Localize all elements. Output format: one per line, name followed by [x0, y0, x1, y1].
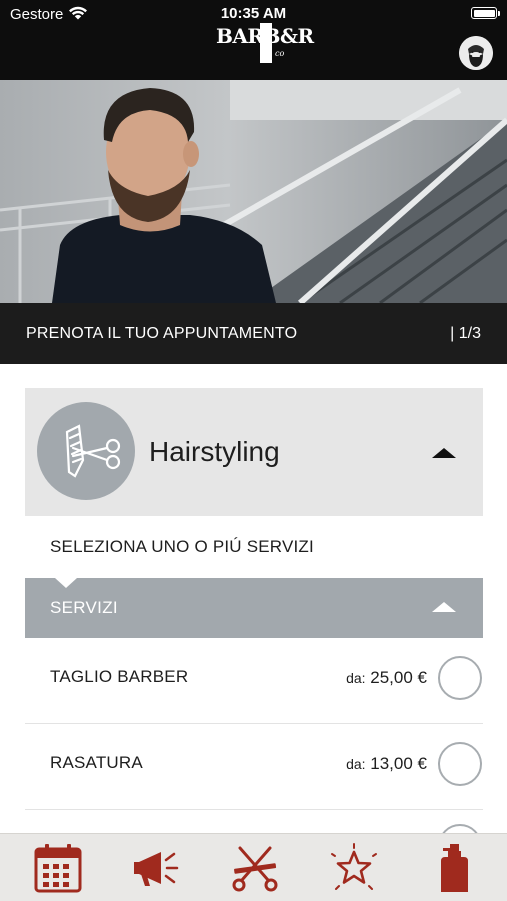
category-hairstyling[interactable]: Hairstyling — [25, 388, 483, 516]
service-price: da: 25,00 € — [346, 668, 427, 688]
list-item[interactable]: RASATURA da: 13,00 € — [25, 724, 483, 810]
scissors-comb-icon — [232, 846, 278, 892]
chevron-up-icon[interactable] — [432, 448, 456, 458]
tab-products[interactable] — [426, 842, 482, 894]
tab-bar — [0, 833, 507, 901]
tab-favorites[interactable] — [326, 842, 382, 894]
svg-text:co: co — [275, 49, 284, 58]
bearded-man-avatar-icon[interactable] — [459, 36, 493, 70]
barber-logo: co BARB&R — [216, 22, 314, 64]
price-value: 25,00 € — [370, 668, 427, 687]
price-prefix: da: — [346, 756, 366, 772]
price-prefix: da: — [346, 670, 366, 686]
chevron-up-icon[interactable] — [432, 602, 456, 612]
star-icon — [331, 843, 377, 890]
battery-icon — [471, 7, 500, 19]
app-header: Gestore 10:35 AM co BARB&R — [0, 0, 507, 80]
product-bottle-icon — [441, 844, 468, 892]
logo-text: BARB&R — [216, 24, 314, 48]
booking-header: PRENOTA IL TUO APPUNTAMENTO | 1/3 — [0, 303, 507, 364]
megaphone-icon — [134, 852, 179, 886]
booking-step-indicator: | 1/3 — [450, 325, 481, 342]
calendar-icon — [34, 844, 82, 893]
service-price: da: 13,00 € — [346, 754, 427, 774]
service-select-radio[interactable] — [438, 656, 482, 700]
service-name: RASATURA — [50, 753, 143, 772]
list-item[interactable]: TAGLIO BARBER da: 25,00 € — [25, 638, 483, 724]
services-instruction: SELEZIONA UNO O PIÚ SERVIZI — [50, 537, 314, 556]
tab-calendar[interactable] — [30, 842, 86, 894]
status-time: 10:35 AM — [220, 5, 287, 22]
price-value: 13,00 € — [370, 754, 427, 773]
tab-services[interactable] — [227, 842, 283, 894]
category-name: Hairstyling — [149, 436, 280, 467]
booking-title: PRENOTA IL TUO APPUNTAMENTO — [26, 325, 298, 342]
scissors-comb-icon — [37, 402, 135, 500]
service-name: TAGLIO BARBER — [50, 667, 189, 686]
service-select-radio[interactable] — [438, 742, 482, 786]
services-section-header[interactable]: SERVIZI — [25, 578, 483, 638]
hero-image — [0, 80, 507, 303]
tab-news[interactable] — [128, 842, 184, 894]
services-section-label: SERVIZI — [50, 598, 118, 617]
